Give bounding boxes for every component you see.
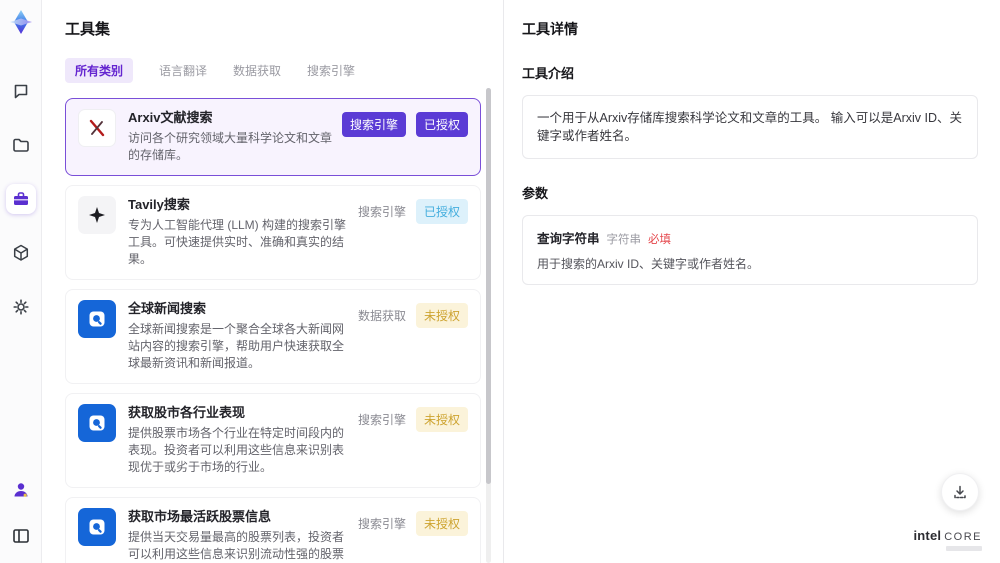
detail-panel-title: 工具详情: [522, 21, 578, 37]
tool-card-active-stocks[interactable]: 获取市场最活跃股票信息 提供当天交易量最高的股票列表，投资者可以利用这些信息来识…: [65, 497, 481, 563]
sidebar-item-files[interactable]: [6, 130, 36, 160]
sidebar-nav: [5, 76, 36, 322]
param-description: 用于搜索的Arxiv ID、关键字或作者姓名。: [537, 257, 760, 271]
active-stock-icon: [78, 508, 116, 546]
tool-description: 全球新闻搜索是一个聚合全球各大新闻网站内容的搜索引擎，帮助用户快速获取全球最新资…: [128, 322, 345, 370]
tool-name: Tavily搜索: [128, 197, 190, 212]
category-badge: 搜索引擎: [341, 112, 406, 137]
category-label: 搜索引擎: [357, 517, 406, 531]
tool-description: 访问各个研究领域大量科学论文和文章的存储库。: [128, 131, 333, 162]
cube-icon: [11, 243, 31, 263]
brand-intel-text: intel: [913, 528, 942, 543]
tool-card-arxiv[interactable]: Arxiv文献搜索 访问各个研究领域大量科学论文和文章的存储库。 搜索引擎 已授…: [65, 98, 481, 176]
tool-card-list: Arxiv文献搜索 访问各个研究领域大量科学论文和文章的存储库。 搜索引擎 已授…: [65, 98, 481, 563]
tab-data-retrieval[interactable]: 数据获取: [233, 62, 281, 79]
status-badge: 已授权: [415, 199, 468, 224]
brand-underline: [946, 546, 982, 551]
category-label: 搜索引擎: [357, 413, 406, 427]
params-heading: 参数: [522, 186, 549, 201]
tool-card-global-news[interactable]: 全球新闻搜索 全球新闻搜索是一个聚合全球各大新闻网站内容的搜索引擎，帮助用户快速…: [65, 289, 481, 384]
gear-icon: [11, 297, 31, 317]
tool-card-tavily[interactable]: Tavily搜索 专为人工智能代理 (LLM) 构建的搜索引擎工具。可快速提供实…: [65, 185, 481, 280]
sidebar: [0, 0, 42, 563]
tab-search-engine[interactable]: 搜索引擎: [307, 62, 355, 79]
collapse-panel-button[interactable]: [6, 521, 36, 551]
tool-detail-panel: 工具详情 工具介绍 一个用于从Arxiv存储库搜索科学论文和文章的工具。 输入可…: [503, 0, 1000, 563]
status-badge: 未授权: [415, 303, 468, 328]
sidebar-item-settings[interactable]: [6, 292, 36, 322]
news-search-icon: [78, 300, 116, 338]
stock-search-icon: [78, 404, 116, 442]
tab-language-translation[interactable]: 语言翻译: [159, 62, 207, 79]
arxiv-icon: [78, 109, 116, 147]
sidebar-bottom: [0, 475, 42, 551]
layout-panel-icon: [11, 526, 31, 546]
intro-heading: 工具介绍: [522, 66, 575, 81]
tool-description: 提供当天交易量最高的股票列表，投资者可以利用这些信息来识别流动性强的股票和潜在的…: [128, 530, 345, 561]
download-button[interactable]: [941, 473, 979, 511]
tool-intro-box: 一个用于从Arxiv存储库搜索科学论文和文章的工具。 输入可以是Arxiv ID…: [522, 95, 978, 159]
status-badge: 已授权: [415, 112, 468, 137]
tool-list-panel: 工具集 所有类别 语言翻译 数据获取 搜索引擎 Arxiv文献搜索 访问各个研究…: [42, 0, 503, 563]
brand-core-text: core: [944, 531, 982, 543]
category-label: 搜索引擎: [357, 205, 406, 219]
user-avatar-button[interactable]: [6, 475, 36, 505]
status-badge: 未授权: [415, 511, 468, 536]
category-label: 数据获取: [357, 309, 406, 323]
tool-description: 专为人工智能代理 (LLM) 构建的搜索引擎工具。可快速提供实时、准确和真实的结…: [128, 218, 347, 266]
user-icon: [11, 480, 31, 500]
app-logo-icon: [7, 8, 35, 36]
chat-icon: [11, 81, 31, 101]
list-scrollbar-track: [486, 88, 491, 563]
app-window: 工具集 所有类别 语言翻译 数据获取 搜索引擎 Arxiv文献搜索 访问各个研究…: [0, 0, 1000, 563]
page-title: 工具集: [65, 21, 111, 38]
param-type: 字符串: [606, 234, 642, 246]
tool-card-sector-performance[interactable]: 获取股市各行业表现 提供股票市场各个行业在特定时间段内的表现。投资者可以利用这些…: [65, 393, 481, 488]
tool-name: 全球新闻搜索: [128, 301, 207, 316]
sidebar-item-models[interactable]: [6, 238, 36, 268]
tool-description: 提供股票市场各个行业在特定时间段内的表现。投资者可以利用这些信息来识别表现优于或…: [128, 426, 345, 474]
sidebar-item-chat[interactable]: [6, 76, 36, 106]
tool-name: 获取股市各行业表现: [128, 405, 246, 420]
tavily-icon: [78, 196, 116, 234]
status-badge: 未授权: [415, 407, 468, 432]
tab-all-categories[interactable]: 所有类别: [65, 58, 134, 83]
folder-icon: [11, 135, 31, 155]
category-tabs: 所有类别 语言翻译 数据获取 搜索引擎: [65, 58, 503, 83]
sidebar-item-tools[interactable]: [5, 184, 36, 214]
download-icon: [951, 483, 969, 501]
intel-core-logo: intel core: [913, 528, 982, 551]
param-name: 查询字符串: [537, 232, 600, 246]
parameter-card: 查询字符串 字符串 必填 用于搜索的Arxiv ID、关键字或作者姓名。: [522, 215, 978, 285]
list-scrollbar-thumb[interactable]: [486, 88, 491, 484]
tool-name: Arxiv文献搜索: [128, 110, 213, 125]
briefcase-icon: [11, 189, 31, 209]
tool-name: 获取市场最活跃股票信息: [128, 509, 272, 524]
param-required-flag: 必填: [648, 234, 672, 246]
